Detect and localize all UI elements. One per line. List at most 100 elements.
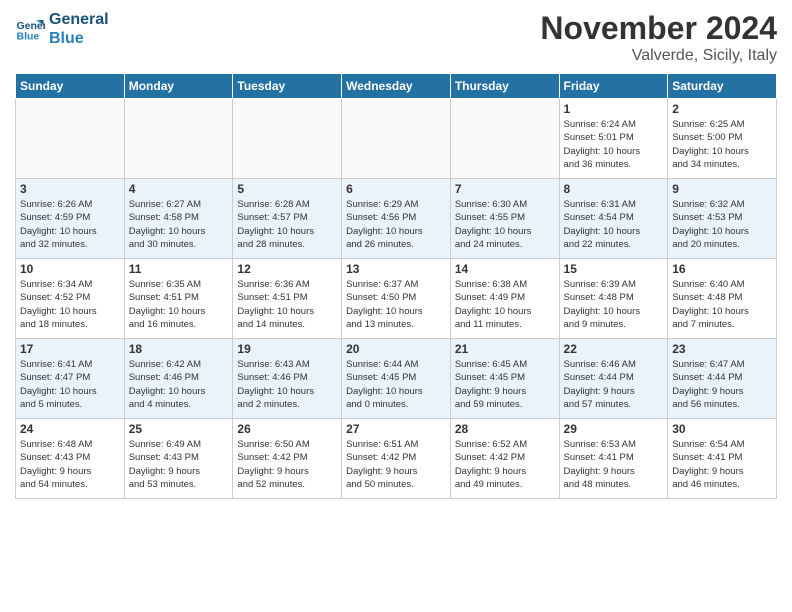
logo-text-line1: General: [49, 10, 109, 29]
calendar-cell: 30 Sunrise: 6:54 AM Sunset: 4:41 PM Dayli…: [668, 419, 777, 499]
day-info: Sunrise: 6:41 AM Sunset: 4:47 PM Dayligh…: [20, 358, 120, 411]
day-info: Sunrise: 6:45 AM Sunset: 4:45 PM Dayligh…: [455, 358, 555, 411]
calendar-cell: 18Sunrise: 6:42 AM Sunset: 4:46 PM Dayli…: [124, 339, 233, 419]
calendar-cell: 16 Sunrise: 6:40 AM Sunset: 4:48 PM Dayli…: [668, 259, 777, 339]
day-number: 3: [20, 182, 120, 196]
calendar-cell: 29 Sunrise: 6:53 AM Sunset: 4:41 PM Dayli…: [559, 419, 668, 499]
calendar-cell: 19Sunrise: 6:43 AM Sunset: 4:46 PM Dayli…: [233, 339, 342, 419]
day-number: 5: [237, 182, 337, 196]
day-info: Sunrise: 6:35 AM Sunset: 4:51 PM Dayligh…: [129, 278, 229, 331]
calendar-cell: 2 Sunrise: 6:25 AM Sunset: 5:00 PM Daylig…: [668, 99, 777, 179]
calendar-cell: 23 Sunrise: 6:47 AM Sunset: 4:44 PM Dayli…: [668, 339, 777, 419]
calendar-cell: [124, 99, 233, 179]
day-number: 25: [129, 422, 229, 436]
day-number: 29: [564, 422, 664, 436]
day-info: Sunrise: 6:40 AM Sunset: 4:48 PM Dayligh…: [672, 278, 772, 331]
week-row-1: 1 Sunrise: 6:24 AM Sunset: 5:01 PM Daylig…: [16, 99, 777, 179]
calendar-cell: 12 Sunrise: 6:36 AM Sunset: 4:51 PM Dayli…: [233, 259, 342, 339]
day-number: 24: [20, 422, 120, 436]
day-number: 20: [346, 342, 446, 356]
day-info: Sunrise: 6:25 AM Sunset: 5:00 PM Dayligh…: [672, 118, 772, 171]
calendar-cell: [233, 99, 342, 179]
calendar-cell: 1 Sunrise: 6:24 AM Sunset: 5:01 PM Daylig…: [559, 99, 668, 179]
day-number: 2: [672, 102, 772, 116]
logo-text-line2: Blue: [49, 29, 109, 48]
day-info: Sunrise: 6:39 AM Sunset: 4:48 PM Dayligh…: [564, 278, 664, 331]
day-info: Sunrise: 6:49 AM Sunset: 4:43 PM Dayligh…: [129, 438, 229, 491]
day-number: 16: [672, 262, 772, 276]
calendar-cell: 15 Sunrise: 6:39 AM Sunset: 4:48 PM Dayli…: [559, 259, 668, 339]
day-info: Sunrise: 6:37 AM Sunset: 4:50 PM Dayligh…: [346, 278, 446, 331]
day-number: 27: [346, 422, 446, 436]
day-info: Sunrise: 6:51 AM Sunset: 4:42 PM Dayligh…: [346, 438, 446, 491]
day-info: Sunrise: 6:36 AM Sunset: 4:51 PM Dayligh…: [237, 278, 337, 331]
col-header-friday: Friday: [559, 74, 668, 99]
day-info: Sunrise: 6:52 AM Sunset: 4:42 PM Dayligh…: [455, 438, 555, 491]
day-number: 14: [455, 262, 555, 276]
week-row-3: 10 Sunrise: 6:34 AM Sunset: 4:52 PM Dayli…: [16, 259, 777, 339]
calendar-cell: [342, 99, 451, 179]
title-block: November 2024 Valverde, Sicily, Italy: [540, 10, 777, 65]
day-info: Sunrise: 6:30 AM Sunset: 4:55 PM Dayligh…: [455, 198, 555, 251]
month-title: November 2024: [540, 10, 777, 47]
day-info: Sunrise: 6:43 AM Sunset: 4:46 PM Dayligh…: [237, 358, 337, 411]
day-info: Sunrise: 6:27 AM Sunset: 4:58 PM Dayligh…: [129, 198, 229, 251]
day-info: Sunrise: 6:44 AM Sunset: 4:45 PM Dayligh…: [346, 358, 446, 411]
calendar-cell: 25 Sunrise: 6:49 AM Sunset: 4:43 PM Dayli…: [124, 419, 233, 499]
calendar-cell: 24 Sunrise: 6:48 AM Sunset: 4:43 PM Dayli…: [16, 419, 125, 499]
col-header-thursday: Thursday: [450, 74, 559, 99]
calendar-cell: 11 Sunrise: 6:35 AM Sunset: 4:51 PM Dayli…: [124, 259, 233, 339]
day-number: 6: [346, 182, 446, 196]
col-header-wednesday: Wednesday: [342, 74, 451, 99]
day-info: Sunrise: 6:32 AM Sunset: 4:53 PM Dayligh…: [672, 198, 772, 251]
day-info: Sunrise: 6:24 AM Sunset: 5:01 PM Dayligh…: [564, 118, 664, 171]
page-container: General Blue General Blue November 2024 …: [0, 0, 792, 509]
calendar-cell: [16, 99, 125, 179]
day-number: 10: [20, 262, 120, 276]
day-number: 7: [455, 182, 555, 196]
calendar-cell: 13 Sunrise: 6:37 AM Sunset: 4:50 PM Dayli…: [342, 259, 451, 339]
calendar-cell: 20 Sunrise: 6:44 AM Sunset: 4:45 PM Dayli…: [342, 339, 451, 419]
calendar-cell: 28Sunrise: 6:52 AM Sunset: 4:42 PM Dayli…: [450, 419, 559, 499]
day-number: 9: [672, 182, 772, 196]
day-number: 30: [672, 422, 772, 436]
day-number: 11: [129, 262, 229, 276]
day-info: Sunrise: 6:50 AM Sunset: 4:42 PM Dayligh…: [237, 438, 337, 491]
header: General Blue General Blue November 2024 …: [15, 10, 777, 65]
week-row-4: 17Sunrise: 6:41 AM Sunset: 4:47 PM Dayli…: [16, 339, 777, 419]
calendar-cell: 27 Sunrise: 6:51 AM Sunset: 4:42 PM Dayli…: [342, 419, 451, 499]
calendar-cell: 5Sunrise: 6:28 AM Sunset: 4:57 PM Daylig…: [233, 179, 342, 259]
col-header-monday: Monday: [124, 74, 233, 99]
day-info: Sunrise: 6:53 AM Sunset: 4:41 PM Dayligh…: [564, 438, 664, 491]
day-info: Sunrise: 6:46 AM Sunset: 4:44 PM Dayligh…: [564, 358, 664, 411]
day-number: 12: [237, 262, 337, 276]
day-number: 21: [455, 342, 555, 356]
day-number: 13: [346, 262, 446, 276]
day-number: 23: [672, 342, 772, 356]
col-header-sunday: Sunday: [16, 74, 125, 99]
day-number: 18: [129, 342, 229, 356]
col-header-saturday: Saturday: [668, 74, 777, 99]
calendar-cell: 22 Sunrise: 6:46 AM Sunset: 4:44 PM Dayli…: [559, 339, 668, 419]
calendar-cell: 21 Sunrise: 6:45 AM Sunset: 4:45 PM Dayli…: [450, 339, 559, 419]
location: Valverde, Sicily, Italy: [540, 47, 777, 65]
day-number: 22: [564, 342, 664, 356]
day-info: Sunrise: 6:47 AM Sunset: 4:44 PM Dayligh…: [672, 358, 772, 411]
svg-text:Blue: Blue: [17, 31, 40, 43]
day-info: Sunrise: 6:38 AM Sunset: 4:49 PM Dayligh…: [455, 278, 555, 331]
calendar-cell: 17Sunrise: 6:41 AM Sunset: 4:47 PM Dayli…: [16, 339, 125, 419]
day-number: 26: [237, 422, 337, 436]
calendar-cell: 6Sunrise: 6:29 AM Sunset: 4:56 PM Daylig…: [342, 179, 451, 259]
calendar-cell: 8Sunrise: 6:31 AM Sunset: 4:54 PM Daylig…: [559, 179, 668, 259]
day-info: Sunrise: 6:48 AM Sunset: 4:43 PM Dayligh…: [20, 438, 120, 491]
day-number: 1: [564, 102, 664, 116]
day-number: 8: [564, 182, 664, 196]
calendar-cell: 7 Sunrise: 6:30 AM Sunset: 4:55 PM Daylig…: [450, 179, 559, 259]
calendar-cell: 14 Sunrise: 6:38 AM Sunset: 4:49 PM Dayli…: [450, 259, 559, 339]
calendar-cell: 9 Sunrise: 6:32 AM Sunset: 4:53 PM Daylig…: [668, 179, 777, 259]
calendar-cell: 10 Sunrise: 6:34 AM Sunset: 4:52 PM Dayli…: [16, 259, 125, 339]
calendar-cell: 4Sunrise: 6:27 AM Sunset: 4:58 PM Daylig…: [124, 179, 233, 259]
day-number: 15: [564, 262, 664, 276]
day-info: Sunrise: 6:54 AM Sunset: 4:41 PM Dayligh…: [672, 438, 772, 491]
day-info: Sunrise: 6:34 AM Sunset: 4:52 PM Dayligh…: [20, 278, 120, 331]
